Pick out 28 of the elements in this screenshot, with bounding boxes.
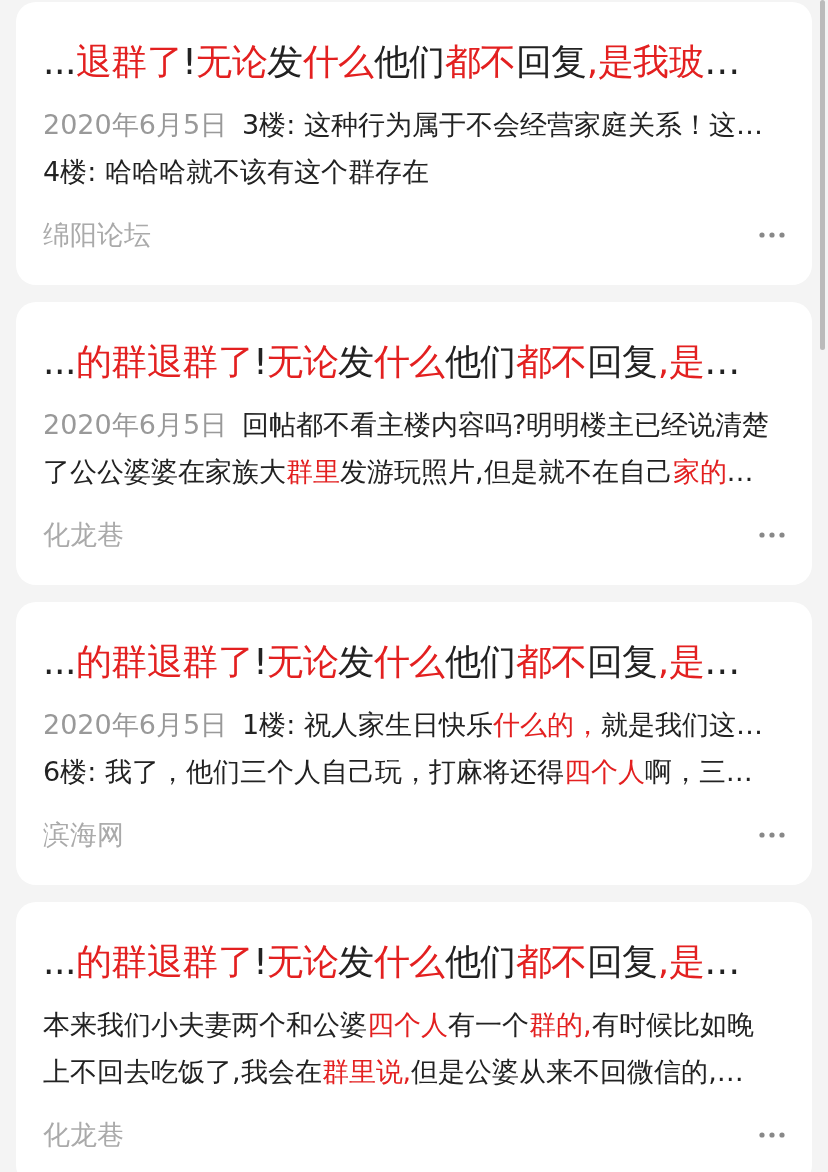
more-icon[interactable] <box>759 232 785 238</box>
result-title[interactable]: ...的群退群了!无论发什么他们都不回复,是… <box>43 640 785 684</box>
source-name: 化龙巷 <box>43 519 124 551</box>
snippet-line: 1楼: 祝人家生日快乐什么的，就是我们这… <box>242 708 763 742</box>
snippet-line: 3楼: 这种行为属于不会经营家庭关系！这… <box>242 108 763 142</box>
source-name: 化龙巷 <box>43 1119 124 1151</box>
scrollbar[interactable] <box>820 0 825 350</box>
snippet-line: 本来我们小夫妻两个和公婆四个人有一个群的,有时候比如晚 <box>43 1008 754 1042</box>
more-icon[interactable] <box>759 532 785 538</box>
post-date: 2020年6月5日 <box>43 408 228 442</box>
post-date: 2020年6月5日 <box>43 108 228 142</box>
result-card[interactable]: ...的群退群了!无论发什么他们都不回复,是… 2020年6月5日 回帖都不看主楼内容吗?明明楼主已经说清楚 了公公婆婆在家族大群里发游玩照片,但是就不在自己家的… 化龙巷 <box>16 302 812 585</box>
result-card[interactable]: ...的群退群了!无论发什么他们都不回复,是… 2020年6月5日 1楼: 祝人家生日快乐什么的，就是我们这… 6楼: 我了，他们三个人自己玩，打麻将还得四个人啊，三… 滨海网 <box>16 602 812 885</box>
result-title[interactable]: ...的群退群了!无论发什么他们都不回复,是… <box>43 940 785 984</box>
snippet-line: 上不回去吃饭了,我会在群里说,但是公婆从来不回微信的,… <box>43 1055 744 1089</box>
snippet-line: 4楼: 哈哈哈就不该有这个群存在 <box>43 155 429 189</box>
result-card[interactable]: ...的群退群了!无论发什么他们都不回复,是… 本来我们小夫妻两个和公婆四个人有一个群的,有时候比如晚 上不回去吃饭了,我会在群里说,但是公婆从来不回微信的,… 化龙巷 <box>16 902 812 1172</box>
result-title[interactable]: ...的群退群了!无论发什么他们都不回复,是… <box>43 340 785 384</box>
result-card[interactable]: ...退群了!无论发什么他们都不回复,是我玻… 2020年6月5日 3楼: 这种行为属于不会经营家庭关系！这… 4楼: 哈哈哈就不该有这个群存在 绵阳论坛 <box>16 2 812 285</box>
snippet-line: 回帖都不看主楼内容吗?明明楼主已经说清楚 <box>242 408 770 442</box>
snippet-line: 6楼: 我了，他们三个人自己玩，打麻将还得四个人啊，三… <box>43 755 753 789</box>
source-name: 绵阳论坛 <box>43 219 151 251</box>
more-icon[interactable] <box>759 1132 785 1138</box>
source-name: 滨海网 <box>43 819 124 851</box>
result-title[interactable]: ...退群了!无论发什么他们都不回复,是我玻… <box>43 40 785 84</box>
snippet-line: 了公公婆婆在家族大群里发游玩照片,但是就不在自己家的… <box>43 455 754 489</box>
post-date: 2020年6月5日 <box>43 708 228 742</box>
more-icon[interactable] <box>759 832 785 838</box>
